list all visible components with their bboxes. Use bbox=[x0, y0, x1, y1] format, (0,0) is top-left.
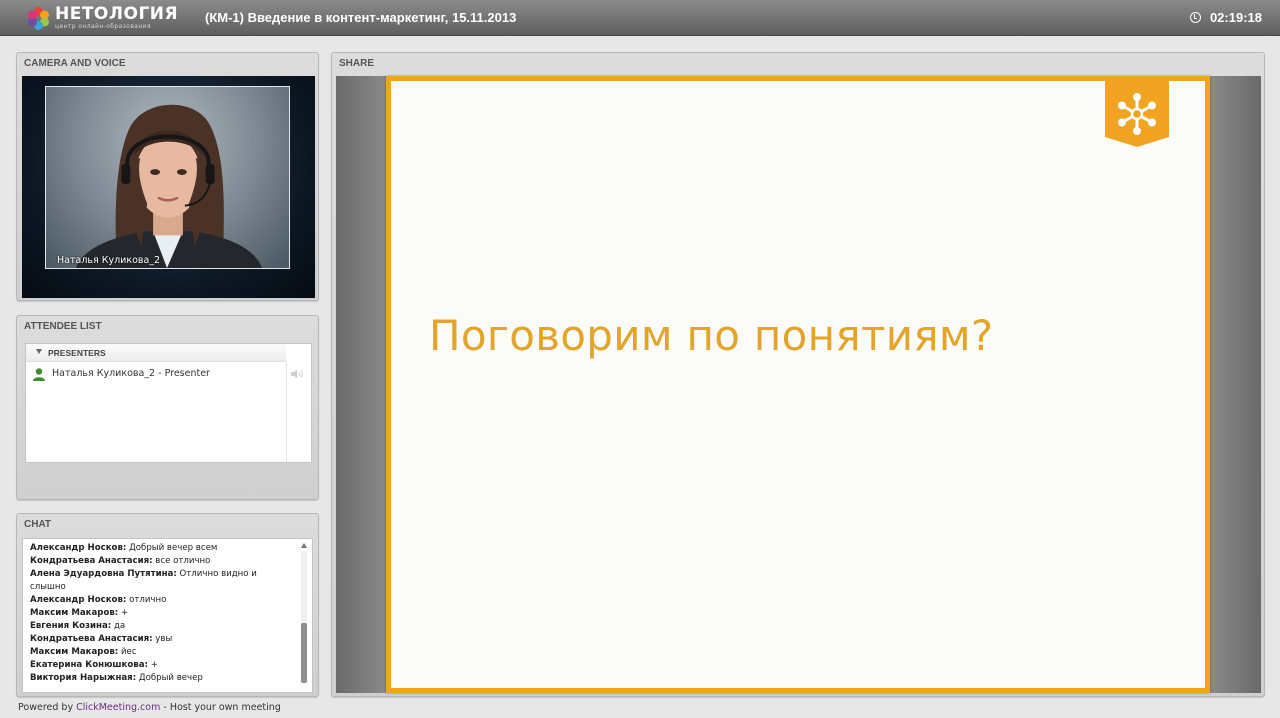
clock-icon bbox=[1189, 12, 1201, 23]
meeting-title: (КМ-1) Введение в контент-маркетинг, 15.… bbox=[205, 10, 517, 25]
chat-message: Евгения Козина: да bbox=[30, 621, 126, 631]
clickmeeting-link[interactable]: ClickMeeting.com bbox=[76, 702, 160, 713]
snowflake-badge-icon bbox=[1105, 81, 1169, 147]
top-bar: НЕТОЛОГИЯ центр онлайн-образования (КМ-1… bbox=[0, 0, 1280, 36]
timer-value: 02:19:18 bbox=[1209, 10, 1262, 25]
attendee-list-panel: ATTENDEE LIST PRESENTERS Наталья Куликов… bbox=[16, 315, 319, 500]
video-participant-name: Наталья Куликова_2 bbox=[57, 255, 161, 266]
presenter-video-image bbox=[75, 104, 263, 268]
footer-prefix: Powered by bbox=[18, 702, 74, 713]
collapse-arrow-icon[interactable] bbox=[36, 349, 42, 354]
footer-suffix: - Host your own meeting bbox=[163, 702, 281, 713]
chat-message: Кондратьева Анастасия: все отлично bbox=[30, 556, 211, 566]
camera-panel-title: CAMERA AND VOICE bbox=[24, 58, 126, 69]
share-panel-title: SHARE bbox=[339, 58, 375, 69]
scroll-thumb[interactable] bbox=[301, 623, 307, 683]
scroll-track[interactable] bbox=[301, 551, 307, 683]
chat-message: Виктория Нарыжная: Добрый вечер bbox=[30, 673, 203, 683]
footer: Powered by ClickMeeting.com - Host your … bbox=[18, 702, 281, 713]
chat-message: Алена Эдуардовна Путятина: Отлично видно… bbox=[30, 569, 257, 592]
chat-message: Александр Носков: Добрый вечер всем bbox=[30, 543, 218, 553]
logo-tagline: центр онлайн-образования bbox=[55, 23, 151, 30]
chat-message: Максим Макаров: + bbox=[30, 608, 129, 618]
presenters-group-label: PRESENTERS bbox=[48, 348, 106, 358]
chat-messages: Александр Носков: Добрый вечер всем Конд… bbox=[22, 538, 313, 693]
camera-panel: CAMERA AND VOICE Наталья Куликова_2 bbox=[16, 52, 319, 301]
chat-message: Екатерина Конюшкова: + bbox=[30, 660, 158, 670]
chat-panel-title: CHAT bbox=[24, 519, 52, 530]
chat-scrollbar[interactable] bbox=[299, 543, 309, 689]
logo-flower-icon bbox=[26, 6, 50, 30]
attendee-row[interactable]: Наталья Куликова_2 - Presenter bbox=[32, 366, 307, 382]
attendee-list-title: ATTENDEE LIST bbox=[24, 321, 102, 332]
share-stage: Поговорим по понятиям? bbox=[336, 76, 1261, 693]
chat-message: Александр Носков: отлично bbox=[30, 595, 167, 605]
presenters-group-header[interactable]: PRESENTERS bbox=[26, 344, 286, 362]
presentation-slide: Поговорим по понятиям? bbox=[386, 76, 1210, 693]
chat-panel: CHAT Александр Носков: Добрый вечер всем… bbox=[16, 513, 319, 697]
attendee-scroll-area bbox=[286, 362, 311, 462]
slide-heading: Поговорим по понятиям? bbox=[429, 311, 994, 360]
attendee-name: Наталья Куликова_2 - Presenter bbox=[52, 368, 210, 379]
meeting-timer: 02:19:18 bbox=[1189, 10, 1262, 25]
scroll-up-arrow-icon[interactable] bbox=[301, 543, 307, 548]
camera-screen: Наталья Куликова_2 bbox=[22, 76, 315, 298]
netology-logo: НЕТОЛОГИЯ центр онлайн-образования bbox=[26, 3, 178, 33]
chat-message: Максим Макаров: йес bbox=[30, 647, 137, 657]
logo-name: НЕТОЛОГИЯ bbox=[55, 4, 179, 24]
presenter-user-icon bbox=[33, 368, 45, 381]
share-panel: SHARE Поговорим по понятиям? bbox=[331, 52, 1265, 697]
chat-message: Кондратьева Анастасия: увы bbox=[30, 634, 173, 644]
video-feed[interactable]: Наталья Куликова_2 bbox=[45, 86, 290, 269]
attendee-list: PRESENTERS Наталья Куликова_2 - Presente… bbox=[25, 343, 312, 463]
